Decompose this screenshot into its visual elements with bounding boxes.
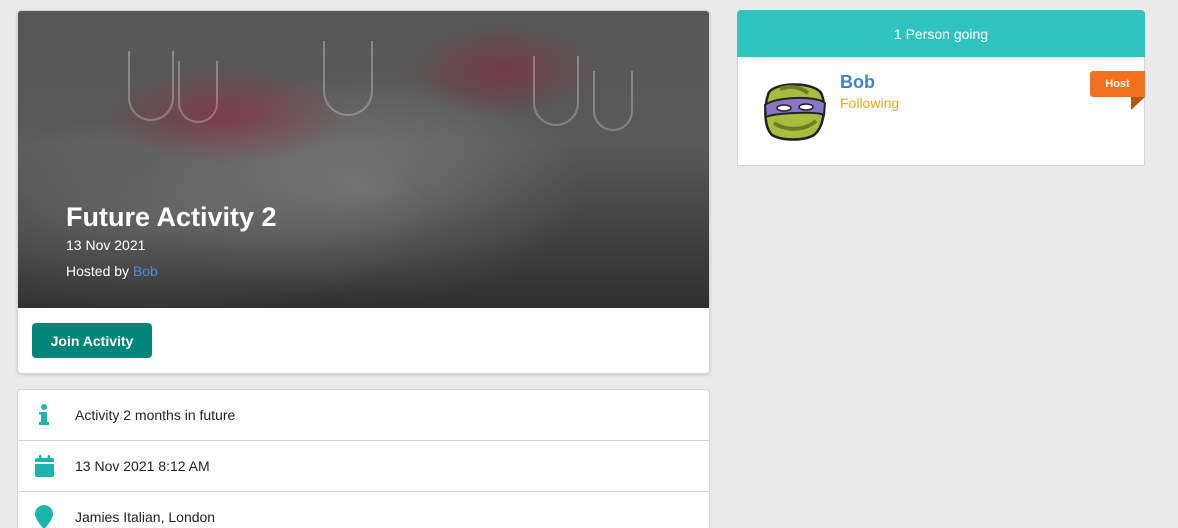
detail-row-date: 13 Nov 2021 8:12 AM xyxy=(18,441,709,492)
info-icon xyxy=(34,403,54,427)
attendee-following-status: Following xyxy=(840,95,900,111)
attendee-name-link[interactable]: Bob xyxy=(840,72,875,93)
host-badge: Host xyxy=(1090,71,1145,97)
activity-hero-image: Future Activity 2 13 Nov 2021 Hosted by … xyxy=(18,11,709,308)
join-activity-button[interactable]: Join Activity xyxy=(32,323,152,358)
detail-date-text: 13 Nov 2021 8:12 AM xyxy=(75,458,210,474)
detail-row-venue: Jamies Italian, London xyxy=(18,492,709,528)
avatar[interactable] xyxy=(760,75,828,143)
activity-date: 13 Nov 2021 xyxy=(66,237,146,253)
attendees-list: Bob Following Host xyxy=(737,57,1145,166)
detail-description-text: Activity 2 months in future xyxy=(75,407,236,423)
host-badge-tail xyxy=(1131,97,1145,110)
activity-details-card: Activity 2 months in future 13 Nov 2021 … xyxy=(17,389,710,528)
detail-venue-text: Jamies Italian, London xyxy=(75,509,216,525)
host-link[interactable]: Bob xyxy=(133,263,158,279)
map-marker-icon xyxy=(34,505,54,528)
detail-row-description: Activity 2 months in future xyxy=(18,390,709,441)
activity-header-card: Future Activity 2 13 Nov 2021 Hosted by … xyxy=(17,10,710,374)
hosted-by-label: Hosted by xyxy=(66,263,133,279)
attendees-header: 1 Person going xyxy=(737,10,1145,57)
calendar-icon xyxy=(34,454,54,478)
activity-hosted-by: Hosted by Bob xyxy=(66,263,158,279)
activity-title: Future Activity 2 xyxy=(66,202,277,232)
